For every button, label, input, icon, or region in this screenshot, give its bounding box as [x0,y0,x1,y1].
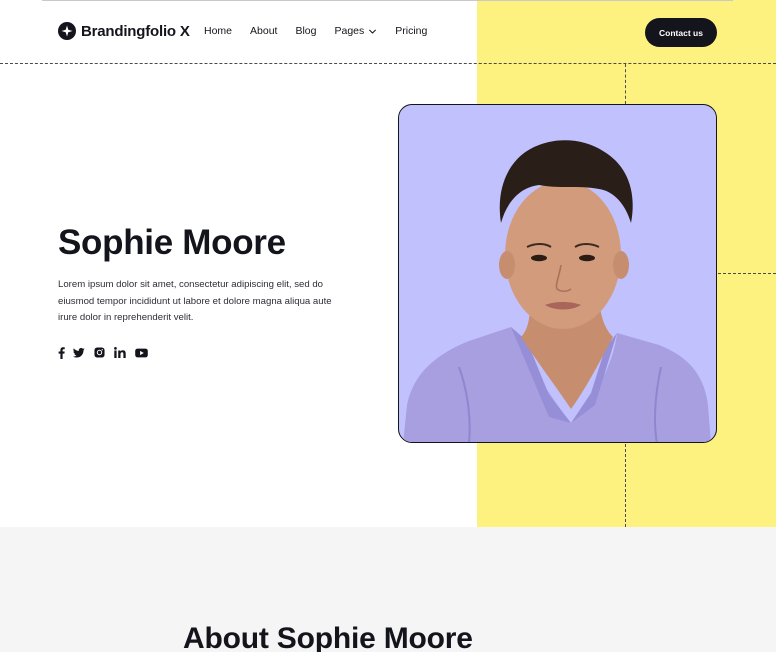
linkedin-icon[interactable] [114,346,126,359]
dashed-guide-vertical-bottom [625,444,626,527]
dashed-guide-horizontal-right [718,273,776,274]
nav-dropdown-pages[interactable]: Pages [334,25,377,37]
dashed-divider-horizontal [0,63,776,64]
youtube-icon[interactable] [135,346,148,359]
nav-link-about[interactable]: About [250,25,277,37]
twitter-icon[interactable] [73,346,85,359]
portrait-photo [398,104,717,443]
nav-menu: Home About Blog Pages Pricing [204,25,427,37]
nav-link-home[interactable]: Home [204,25,232,37]
brand-name: Brandingfolio X [81,22,190,40]
hero-description: Lorem ipsum dolor sit amet, consectetur … [58,279,332,323]
hero-title: Sophie Moore [58,223,286,262]
about-section-title: About Sophie Moore [183,622,473,652]
nav-link-pricing[interactable]: Pricing [395,25,427,37]
about-section: About Sophie Moore [0,527,776,652]
contact-us-button[interactable]: Contact us [645,18,717,47]
portrait-illustration [403,140,711,442]
social-links [58,346,148,359]
sparkle-logo-icon [58,22,76,40]
nav-link-pages-label: Pages [334,25,365,37]
instagram-icon[interactable] [94,346,105,359]
dashed-guide-vertical-top [625,64,626,104]
chevron-down-icon [369,29,377,34]
facebook-icon[interactable] [58,346,65,359]
nav-link-blog[interactable]: Blog [295,25,316,37]
logo[interactable]: Brandingfolio X [58,22,190,40]
navbar: Brandingfolio X Home About Blog Pages Pr… [0,0,776,64]
